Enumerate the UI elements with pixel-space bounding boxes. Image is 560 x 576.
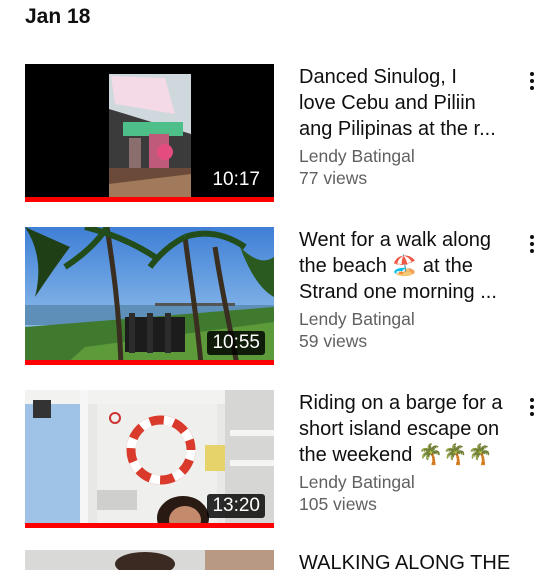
video-meta: Riding on a barge for a short island esc… — [299, 390, 519, 515]
video-duration: 10:55 — [207, 331, 265, 355]
video-title[interactable]: WALKING ALONG THE — [299, 550, 510, 576]
title-line: short island escape on — [299, 418, 500, 440]
title-line: Strand one morning ... — [299, 281, 497, 303]
watched-progress-bar — [25, 197, 274, 202]
more-options-icon[interactable] — [525, 231, 539, 257]
watched-progress-bar — [25, 360, 274, 365]
video-duration: 10:17 — [207, 168, 265, 192]
date-header: Jan 18 — [25, 5, 91, 28]
video-item[interactable]: WALKING ALONG THE — [0, 550, 560, 574]
video-meta: Danced Sinulog, I love Cebu and Piliin a… — [299, 64, 519, 189]
more-options-icon[interactable] — [525, 68, 539, 94]
video-item[interactable]: 13:20 Riding on a barge for a short isla… — [0, 390, 560, 530]
video-thumbnail[interactable]: 13:20 — [25, 390, 274, 528]
title-line: Riding on a barge for a — [299, 392, 503, 414]
video-title[interactable]: Riding on a barge for a short island esc… — [299, 390, 519, 468]
view-count: 105 views — [299, 494, 377, 514]
title-line: Danced Sinulog, I — [299, 66, 457, 88]
video-thumbnail[interactable] — [25, 550, 274, 570]
video-item[interactable]: 10:55 Went for a walk along the beach 🏖️… — [0, 227, 560, 367]
video-thumbnail[interactable]: 10:55 — [25, 227, 274, 365]
more-options-icon[interactable] — [525, 394, 539, 420]
channel-name[interactable]: Lendy Batingal — [299, 308, 519, 330]
video-thumbnail[interactable]: 10:17 — [25, 64, 274, 202]
title-line: Went for a walk along — [299, 229, 491, 251]
channel-name[interactable]: Lendy Batingal — [299, 471, 519, 493]
video-duration: 13:20 — [207, 494, 265, 518]
title-line: love Cebu and Piliin — [299, 92, 476, 114]
title-line: the weekend 🌴🌴🌴 — [299, 444, 493, 466]
video-item[interactable]: 10:17 Danced Sinulog, I love Cebu and Pi… — [0, 64, 560, 204]
channel-name[interactable]: Lendy Batingal — [299, 145, 519, 167]
video-title[interactable]: Danced Sinulog, I love Cebu and Piliin a… — [299, 64, 519, 142]
watched-progress-bar — [25, 523, 274, 528]
title-line: ang Pilipinas at the r... — [299, 118, 496, 140]
title-line: the beach 🏖️ at the — [299, 255, 473, 277]
view-count: 77 views — [299, 168, 368, 188]
thumbnail-image — [25, 550, 274, 570]
view-count: 59 views — [299, 331, 368, 351]
video-title[interactable]: Went for a walk along the beach 🏖️ at th… — [299, 227, 519, 305]
video-meta: Went for a walk along the beach 🏖️ at th… — [299, 227, 519, 352]
